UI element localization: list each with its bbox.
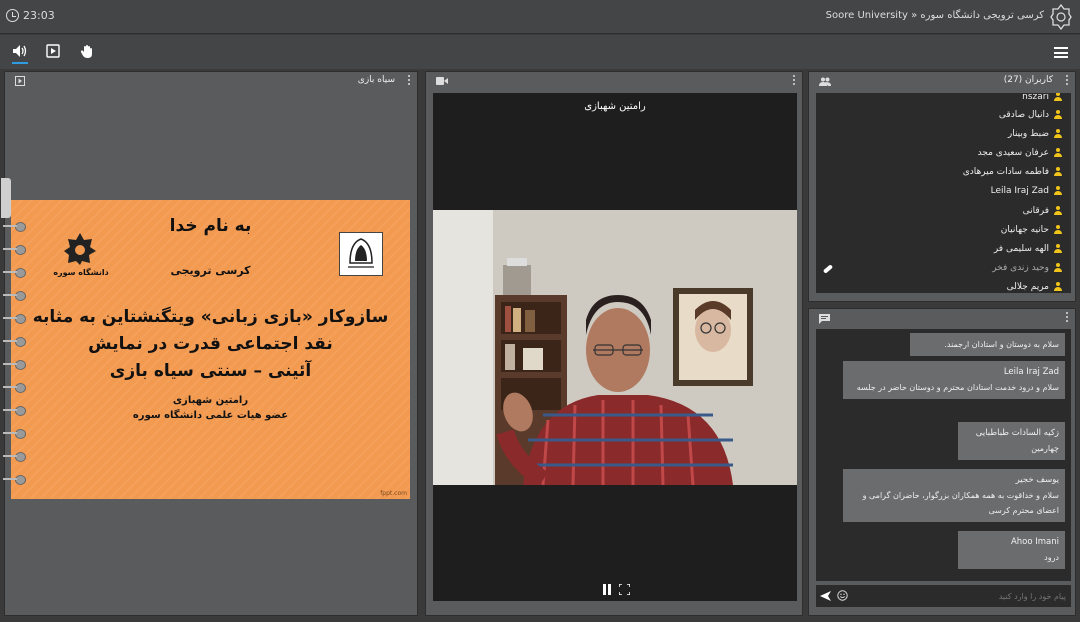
users-title: کاربران (27) (1003, 75, 1053, 85)
list-item[interactable]: مریم جلالی (1007, 277, 1063, 293)
presentation-slide: دانشگاه سوره به نام خدا کرسی ترویجی سازو… (3, 200, 410, 499)
raise-hand-icon[interactable] (79, 44, 95, 60)
chat-message: سلام به دوستان و استادان ارجمند. (910, 333, 1065, 356)
presentation-title: سیاه بازی (357, 75, 395, 85)
binder-ring (3, 475, 26, 485)
kebab-menu-icon[interactable] (408, 75, 411, 86)
toolbar (0, 35, 1080, 69)
video-stream[interactable]: رامتین شهبازی (433, 93, 797, 601)
chat-input[interactable] (854, 588, 1066, 604)
slide-title-line: سازوکار «بازی زبانی» ویتگنشتاین به مثابه (32, 307, 389, 327)
list-item[interactable]: فرقانی (1023, 201, 1063, 220)
side-drag-handle[interactable] (1, 178, 11, 218)
list-item[interactable]: ضبط وبینار (1008, 124, 1063, 143)
list-item[interactable]: Leila Iraj Zad (991, 181, 1063, 200)
pen-tool-icon[interactable] (822, 263, 834, 275)
list-item[interactable]: دانیال صادقی (999, 105, 1063, 124)
user-icon (1053, 243, 1063, 254)
slide-affiliation: عضو هیات علمی دانشگاه سوره (132, 410, 289, 421)
binder-ring (3, 429, 26, 439)
fullscreen-icon[interactable] (618, 580, 631, 596)
binder-ring (3, 291, 26, 301)
slide-subheading: کرسی ترویجی (170, 264, 251, 277)
user-icon (1053, 185, 1063, 196)
video-camera-icon (436, 77, 448, 85)
slide-footer: fppt.com (380, 490, 407, 497)
slide-title-line: نقد اجتماعی قدرت در نمایش (88, 334, 333, 354)
chat-header (809, 309, 1075, 327)
top-bar: 23:03 Soore University » کرسی ترویجی دان… (0, 0, 1080, 34)
list-item[interactable]: الهه سلیمی فر (994, 239, 1063, 258)
users-header: کاربران (27) (809, 72, 1075, 90)
user-icon (1053, 93, 1063, 102)
list-item[interactable]: فاطمه سادات میرهادی (963, 162, 1063, 181)
send-icon[interactable] (820, 591, 831, 601)
kebab-menu-icon[interactable] (1066, 312, 1069, 323)
chat-input-bar (816, 585, 1071, 607)
speaker-name: رامتین شهبازی (584, 101, 646, 112)
binder-ring (3, 245, 26, 255)
kebab-menu-icon[interactable] (793, 75, 796, 86)
university-logo-icon (1050, 4, 1072, 30)
slide-presenter: رامتین شهبازی (172, 395, 249, 406)
chat-bubble-icon (819, 314, 830, 324)
screen-share-icon[interactable] (45, 44, 61, 60)
slide-heading: به نام خدا (169, 216, 252, 236)
speaker-icon[interactable] (12, 44, 28, 64)
binder-ring (3, 383, 26, 393)
binder-ring (3, 452, 26, 462)
chat-message: Leila Iraj Zad سلام و درود خدمت استادان … (843, 361, 1065, 399)
presentation-header: سیاه بازی (5, 72, 417, 90)
chat-message: Ahoo Imani درود (958, 531, 1065, 569)
emoji-icon[interactable] (837, 590, 848, 601)
user-icon (1053, 109, 1063, 120)
list-item[interactable]: عرفان سعیدی مجد (978, 143, 1063, 162)
presentation-icon (15, 76, 25, 86)
clock-time: 23:03 (23, 9, 55, 22)
university-emblem-icon (64, 233, 96, 265)
chat-message: یوسف خجیر سلام و خداقوت به همه همکاران ب… (843, 469, 1065, 522)
user-icon (1053, 262, 1063, 273)
hamburger-menu-icon[interactable] (1054, 47, 1068, 58)
user-icon (1053, 224, 1063, 235)
users-icon (819, 77, 831, 86)
user-icon (1053, 166, 1063, 177)
video-header (426, 72, 802, 90)
clock-icon (6, 9, 19, 22)
user-icon (1053, 281, 1063, 292)
user-list[interactable]: nszari دانیال صادقی ضبط وبینار عرفان سعی… (816, 93, 1071, 293)
user-icon (1053, 205, 1063, 216)
list-item[interactable]: وحید زندی فخر (992, 258, 1063, 277)
kebab-menu-icon[interactable] (1066, 75, 1069, 86)
list-item[interactable]: حانیه جهانیان (1001, 220, 1063, 239)
slide-title-line: آئینی – سنتی سیاه بازی (109, 361, 312, 381)
breadcrumb[interactable]: Soore University » کرسی ترویجی دانشگاه س… (826, 10, 1044, 21)
pause-icon[interactable] (602, 580, 612, 595)
user-icon (1053, 147, 1063, 158)
chat-messages[interactable]: سلام به دوستان و استادان ارجمند. Leila I… (816, 329, 1071, 581)
chat-message: زکیه السادات طباطبایی چهارمین (958, 422, 1065, 460)
clock: 23:03 (6, 9, 55, 22)
webcam-feed (433, 210, 797, 485)
user-icon (1053, 128, 1063, 139)
